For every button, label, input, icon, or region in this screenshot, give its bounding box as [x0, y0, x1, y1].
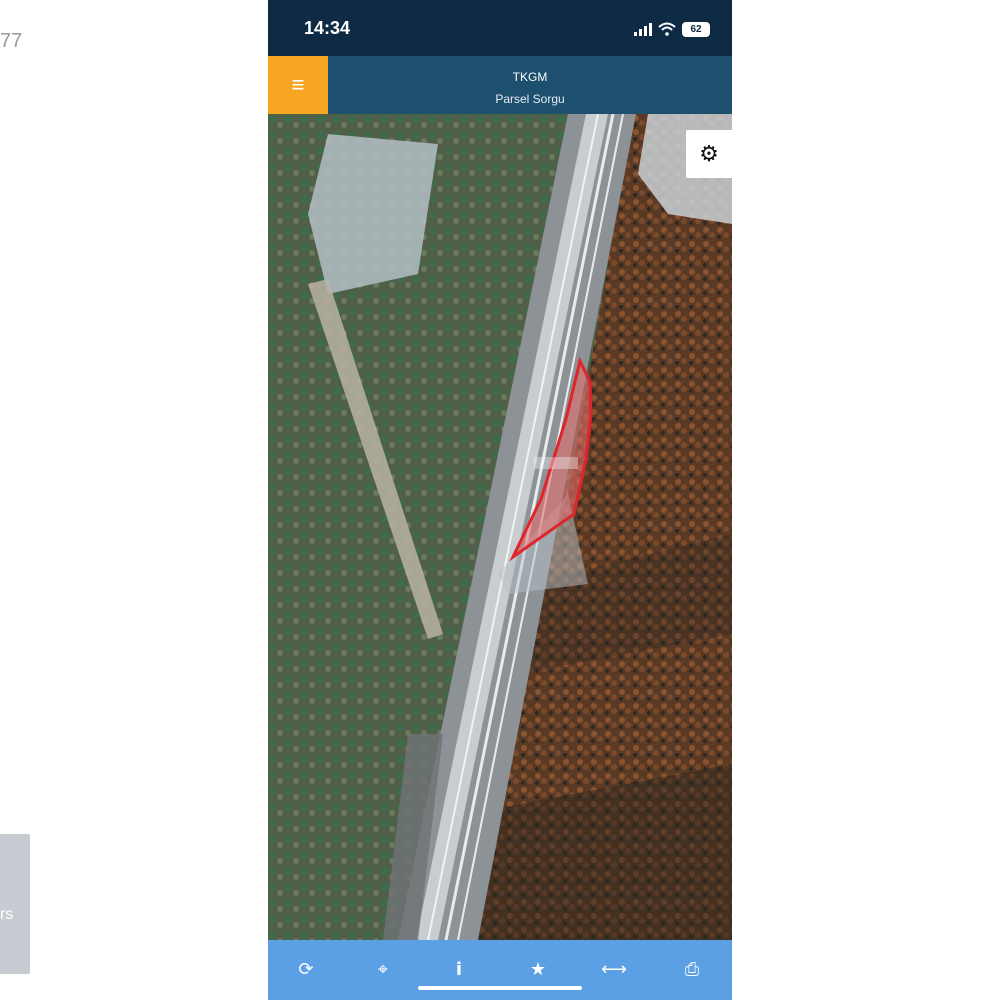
status-time: 14:34 — [304, 18, 351, 38]
measure-icon: ⟷ — [601, 958, 627, 980]
satellite-map[interactable] — [268, 114, 732, 940]
favorite-button[interactable]: ★ — [518, 954, 558, 984]
background-page-text: 77 — [0, 30, 23, 52]
star-icon: ★ — [529, 958, 547, 980]
print-button[interactable]: ⎙ — [672, 954, 712, 984]
app-header: ≡ TKGM Parsel Sorgu — [268, 56, 732, 114]
battery-icon: 62 — [682, 21, 710, 37]
map-settings-button[interactable]: ⚙ — [686, 130, 732, 178]
app-subtitle: Parsel Sorgu — [495, 92, 565, 106]
refresh-button[interactable]: ⟳ — [286, 954, 326, 984]
gear-icon: ⚙ — [699, 141, 719, 166]
status-bar: 14:34 62 — [268, 0, 732, 56]
phone-screen: 14:34 62 ≡ TKGM Parsel Sorgu ⚙ ⟳ ⌖ i ★ ⟷… — [268, 0, 732, 1000]
info-button[interactable]: i — [439, 954, 479, 984]
hamburger-icon: ≡ — [291, 72, 305, 97]
parcel-label-box — [534, 457, 578, 469]
locate-icon: ⌖ — [377, 958, 389, 980]
measure-button[interactable]: ⟷ — [594, 954, 634, 984]
home-indicator — [418, 986, 582, 990]
background-page-panel-text: rs — [0, 906, 14, 923]
menu-button[interactable]: ≡ — [268, 56, 328, 114]
refresh-icon: ⟳ — [298, 958, 314, 980]
locate-button[interactable]: ⌖ — [363, 954, 403, 984]
signal-icon — [634, 22, 652, 36]
app-title: TKGM — [512, 70, 548, 84]
map-imagery — [268, 114, 732, 940]
status-icons: 62 — [634, 20, 710, 38]
print-icon: ⎙ — [684, 958, 700, 980]
bottom-toolbar: ⟳ ⌖ i ★ ⟷ ⎙ — [268, 940, 732, 1000]
info-icon: i — [455, 958, 463, 980]
background-page-panel: rs — [0, 834, 30, 974]
wifi-icon — [658, 22, 676, 36]
